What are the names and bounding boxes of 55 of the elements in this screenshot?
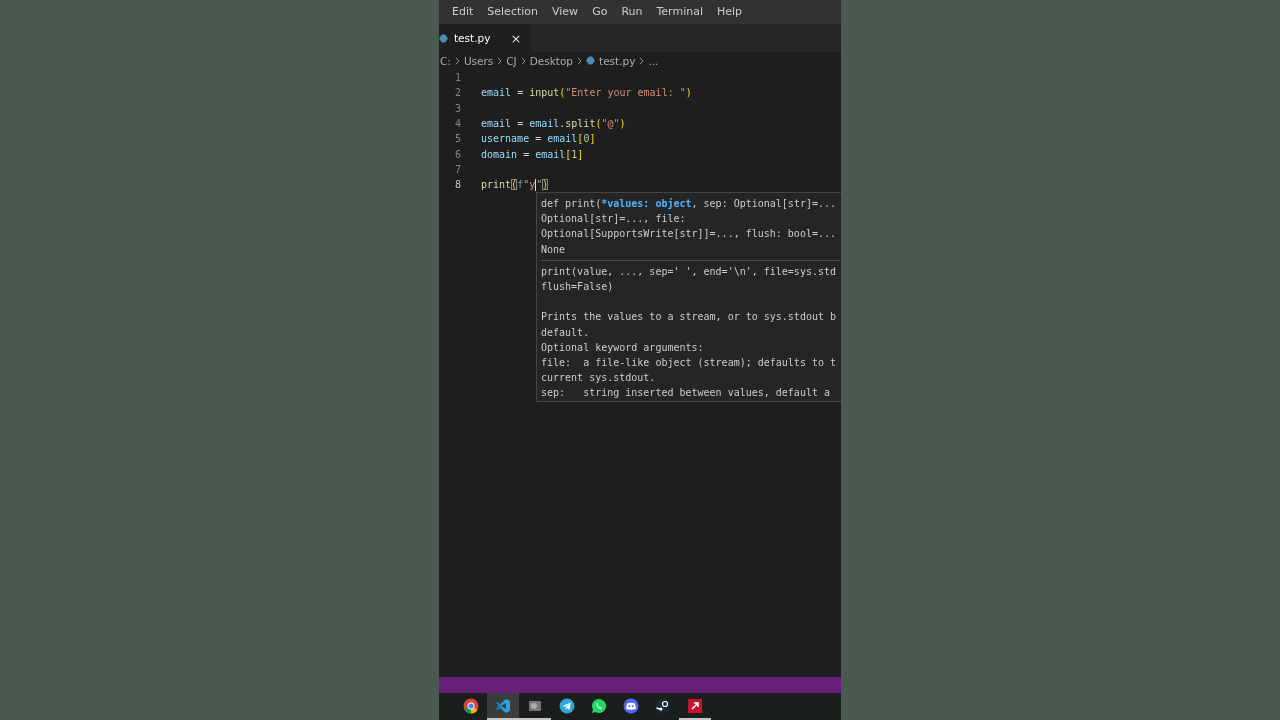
- breadcrumb-item[interactable]: test.py: [599, 54, 636, 67]
- breadcrumb-item[interactable]: Desktop: [529, 54, 574, 67]
- doc-line: file: a file-like object (stream); defaults to t: [541, 355, 837, 370]
- breadcrumb-item[interactable]: CJ: [506, 54, 517, 67]
- doc-line: print(value, ..., sep=' ', end='\n', file=sys.std: [541, 264, 837, 279]
- round-app-icon: [655, 697, 671, 714]
- code-line: email = input("Enter your email: "): [481, 87, 692, 99]
- browser-icon: [463, 697, 479, 714]
- menu-item[interactable]: View: [552, 0, 579, 24]
- doc-line: default.: [541, 325, 591, 340]
- breadcrumb-item[interactable]: Users: [463, 54, 494, 67]
- menu-item[interactable]: Go: [592, 0, 608, 24]
- doc-line: Prints the values to a stream, or to sys.stdout b: [541, 310, 837, 325]
- code-line: domain = email[1]: [481, 148, 584, 160]
- breadcrumb-item[interactable]: ...: [648, 54, 659, 67]
- code-line: email = email.split("@"): [481, 118, 626, 130]
- doc-line: current sys.stdout.: [541, 371, 657, 386]
- close-button[interactable]: ×: [510, 30, 522, 46]
- signature-line: def print(*values: object, sep: Optional[str]=...: [541, 197, 838, 211]
- chevron-icon: [497, 56, 503, 65]
- signature-line: Optional[SupportsWrite[str]]=..., flush: bool=...: [541, 227, 837, 242]
- line-number: 6: [453, 148, 461, 160]
- phone-bubble-icon: [591, 697, 607, 714]
- doc-line: Optional keyword arguments:: [541, 340, 705, 355]
- code-line: print(f"y"): [481, 178, 549, 191]
- editor-tab[interactable]: test.py ×: [439, 24, 532, 52]
- code-editor-icon: [495, 697, 511, 714]
- taskbar-button[interactable]: [487, 693, 519, 720]
- chevron-icon: [577, 56, 583, 65]
- signature-line: Optional[str]=..., file:: [541, 212, 687, 227]
- line-number: 3: [453, 102, 461, 114]
- line-number: 2: [453, 87, 461, 99]
- chevron-icon: [454, 56, 460, 65]
- paper-plane-icon: [559, 697, 575, 714]
- menu-item[interactable]: Selection: [487, 0, 538, 24]
- line-number: 5: [453, 133, 461, 145]
- game-controller-icon: [623, 697, 639, 714]
- chevron-icon: [639, 56, 645, 65]
- menu-item[interactable]: Help: [717, 0, 743, 24]
- chevron-icon: [520, 56, 526, 65]
- menu-item[interactable]: Run: [621, 0, 643, 24]
- breadcrumb-item[interactable]: C:: [440, 54, 451, 67]
- file-icon: [586, 56, 596, 65]
- file-icon: [439, 33, 448, 43]
- line-number: 4: [453, 118, 461, 130]
- doc-line: flush=False): [541, 279, 615, 294]
- doc-line: sep: string inserted between values, default a: [541, 386, 831, 401]
- signature-line: None: [541, 242, 567, 257]
- menu-item[interactable]: Edit: [452, 0, 474, 24]
- menu-item[interactable]: Terminal: [656, 0, 703, 24]
- line-number: 1: [453, 72, 461, 84]
- app-tile-icon: [687, 697, 703, 714]
- line-number: 8: [453, 179, 461, 191]
- line-number: 7: [453, 163, 461, 175]
- code-line: username = email[0]: [481, 133, 596, 145]
